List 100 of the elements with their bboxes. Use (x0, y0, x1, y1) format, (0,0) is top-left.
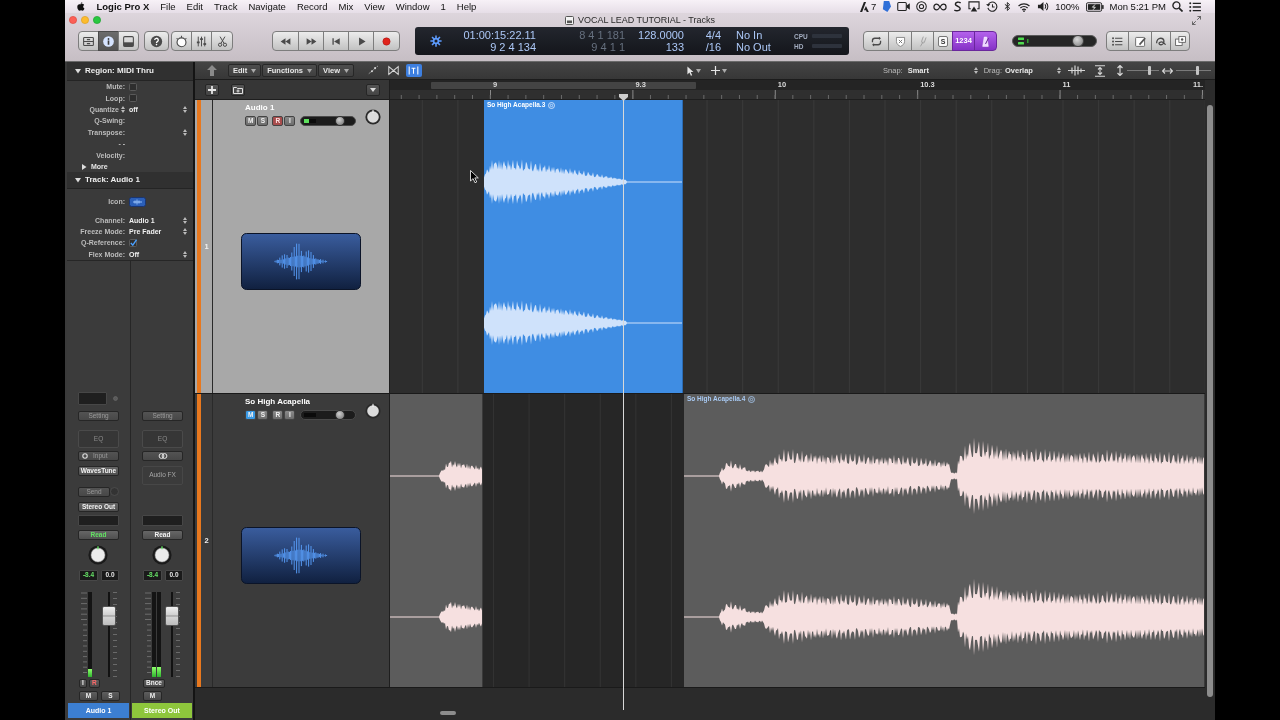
editors-button[interactable] (118, 31, 139, 51)
fader-cap[interactable] (102, 605, 116, 626)
updown-arrows-icon[interactable] (183, 228, 187, 235)
updown-arrows-icon[interactable] (183, 128, 187, 136)
wifi-icon[interactable] (1017, 1, 1032, 12)
toolbar-toggle[interactable] (406, 64, 422, 77)
disclosure-triangle-icon[interactable] (75, 177, 81, 184)
menu-item[interactable]: Help (451, 1, 482, 12)
smart-controls-button[interactable] (171, 31, 192, 51)
pan-knob[interactable] (152, 545, 172, 565)
updown-arrows-icon[interactable] (183, 106, 187, 114)
library-button[interactable] (78, 31, 99, 51)
fullscreen-arrows-icon[interactable] (1192, 15, 1201, 25)
app-menu[interactable]: Logic Pro X (91, 1, 155, 12)
menu-item[interactable]: Mix (333, 1, 359, 12)
bluetooth-icon[interactable] (1004, 1, 1012, 12)
master-volume-slider[interactable] (1012, 35, 1097, 47)
vertical-scrollbar-thumb[interactable] (1207, 105, 1213, 697)
audio-region[interactable] (390, 394, 483, 687)
play-button[interactable] (348, 31, 374, 51)
s-curve-icon[interactable] (953, 1, 963, 12)
note-pad-button[interactable] (1128, 31, 1152, 51)
menu-item[interactable]: View (358, 1, 391, 12)
checkbox[interactable] (129, 238, 137, 247)
list-icon[interactable] (1189, 1, 1201, 12)
updown-arrows-icon[interactable] (183, 250, 187, 258)
clock-arrow-icon[interactable] (986, 1, 999, 12)
tuner-button[interactable] (911, 31, 934, 51)
updown-arrows-icon[interactable] (183, 216, 187, 224)
speaker-icon[interactable] (1037, 1, 1050, 12)
volume-slider[interactable] (300, 116, 357, 126)
inspector-section-header[interactable]: Region: MIDI Thru (67, 62, 193, 81)
menu-item[interactable]: Navigate (242, 1, 292, 12)
menu-item[interactable]: Track (208, 1, 243, 12)
slider-thumb[interactable] (1147, 66, 1151, 75)
menu-item[interactable]: File (154, 1, 182, 12)
updown-arrows-icon[interactable] (1057, 67, 1061, 74)
display-icon[interactable] (968, 1, 981, 12)
metronome-icon (979, 34, 992, 48)
menu-item[interactable]: Record (291, 1, 333, 12)
fader-cap[interactable] (165, 605, 179, 626)
disclosure-triangle-icon[interactable] (81, 163, 87, 170)
checkbox[interactable] (129, 82, 137, 91)
list-editors-button[interactable] (1106, 31, 1129, 51)
menu-item[interactable]: 1 (435, 1, 452, 12)
waveform-tile-icon[interactable] (129, 196, 146, 207)
volume-slider[interactable] (300, 410, 357, 420)
dot-button[interactable] (113, 396, 118, 401)
pan-knob[interactable] (88, 545, 108, 565)
fast-forward-button[interactable] (298, 31, 324, 51)
menu-button[interactable] (366, 83, 380, 96)
ring-icon[interactable] (916, 1, 928, 12)
clock-text[interactable]: Mon 5:21 PM (1109, 1, 1166, 12)
mixer-button[interactable] (191, 31, 212, 51)
disclosure-triangle-icon[interactable] (75, 68, 81, 74)
menu-item[interactable]: Window (390, 1, 435, 12)
inspector-section-header[interactable]: Track: Audio 1 (67, 172, 193, 190)
fit-height-icon[interactable] (1094, 64, 1106, 77)
link-button[interactable] (142, 451, 183, 461)
mouse-pointer-icon (470, 170, 479, 183)
rewind-button[interactable] (272, 31, 299, 51)
infinity-icon[interactable] (933, 2, 948, 11)
video-camera-icon[interactable] (897, 2, 911, 11)
logo-icon[interactable] (859, 1, 869, 12)
record-button[interactable] (373, 31, 400, 51)
up-arrow-icon[interactable] (207, 65, 217, 76)
document-icon[interactable] (564, 15, 574, 25)
inspector-button[interactable] (98, 31, 119, 51)
tag-icon[interactable] (882, 1, 892, 12)
browser-button[interactable] (1170, 31, 1190, 51)
slider-thumb[interactable] (335, 116, 346, 126)
editors-tool-button[interactable] (211, 31, 233, 51)
playhead[interactable] (619, 94, 628, 710)
replace-button[interactable] (888, 31, 912, 51)
menu-item[interactable]: Edit (181, 1, 209, 12)
search-icon[interactable] (1172, 1, 1183, 12)
add-track-button[interactable] (205, 83, 219, 96)
secondary-tool-menu[interactable] (708, 64, 730, 77)
cycle-range-bar[interactable] (431, 82, 696, 89)
checkbox[interactable] (129, 94, 137, 103)
slider-thumb[interactable] (1196, 66, 1200, 75)
metronome-button[interactable] (974, 31, 997, 51)
slider-thumb[interactable] (1072, 35, 1085, 47)
updown-arrows-icon[interactable] (973, 67, 978, 74)
battery-icon[interactable] (1085, 1, 1104, 12)
gear-icon[interactable] (430, 35, 442, 47)
slider-thumb[interactable] (335, 410, 346, 420)
pan-knob[interactable] (365, 109, 381, 125)
waveform-zoom-icon[interactable] (1068, 65, 1085, 76)
updown-arrows-icon[interactable] (121, 106, 125, 114)
cycle-button[interactable] (863, 31, 889, 51)
horizontal-scrollbar-thumb[interactable] (440, 711, 456, 715)
apple-logo-icon[interactable] (76, 1, 85, 12)
go-to-start-button[interactable] (323, 31, 349, 51)
help-button[interactable] (144, 31, 169, 51)
toolbar-toggle[interactable] (386, 64, 402, 77)
window-title: VOCAL LEAD TUTORIAL - Tracks (577, 15, 715, 25)
folder-button[interactable] (231, 83, 245, 96)
loop-browser-button[interactable] (1151, 31, 1171, 51)
pan-knob[interactable] (365, 403, 381, 419)
